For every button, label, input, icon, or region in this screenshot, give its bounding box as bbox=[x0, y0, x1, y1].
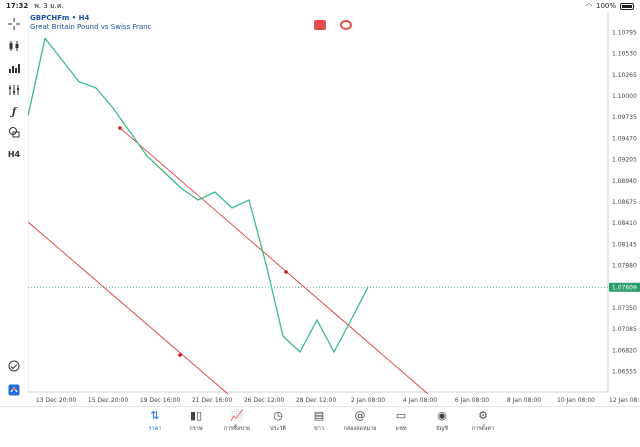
tab-trade[interactable]: 📈 การซื้อขาย bbox=[217, 409, 257, 433]
status-time: 17:32 bbox=[6, 2, 29, 10]
trendline-lower-anchor bbox=[178, 353, 182, 357]
settings-icon: ⚙ bbox=[478, 409, 488, 422]
bottom-tab-bar: ⇅ ราคา ▮▯ กราฟ 📈 การซื้อขาย ◷ ประวัติ ▤ ข่าว @ กล่อ… bbox=[0, 406, 640, 447]
price-tick-label: 1.06555 bbox=[612, 369, 637, 376]
bar-chart-icon[interactable] bbox=[5, 60, 23, 76]
candlestick-icon[interactable] bbox=[5, 38, 23, 54]
battery-text: 100% bbox=[595, 2, 616, 10]
tab-label: ราคา bbox=[148, 426, 162, 432]
trade-icon: 📈 bbox=[230, 409, 244, 422]
price-tick-label: 1.10000 bbox=[612, 93, 637, 100]
chart-icon: ▮▯ bbox=[189, 409, 203, 422]
tab-news[interactable]: ▤ ข่าว bbox=[299, 409, 339, 433]
time-tick-label: 21 Dec 16:00 bbox=[192, 397, 233, 404]
trendline-upper-anchor bbox=[284, 270, 288, 274]
tab-label: กล่องจดหมาย bbox=[343, 426, 377, 432]
chart-area[interactable]: 1.10795 1.10530 1.10265 1.10000 1.09735 1.094… bbox=[27, 12, 640, 406]
tab-chat[interactable]: ▭ แชท bbox=[381, 409, 421, 433]
time-axis: 13 Dec 20:00 15 Dec 20:00 19 Dec 16:00 21 D… bbox=[36, 397, 640, 404]
function-icon[interactable]: ƒ bbox=[5, 104, 23, 120]
crosshair-icon[interactable] bbox=[5, 16, 23, 32]
time-tick-label: 8 Jan 08:00 bbox=[507, 397, 541, 404]
wifi-icon: ◠ bbox=[585, 2, 592, 10]
price-tick-label: 1.09205 bbox=[612, 157, 637, 164]
status-date: พ. 3 ม.ค. bbox=[34, 1, 64, 10]
tab-label: ข่าว bbox=[314, 426, 324, 432]
time-tick-label: 26 Dec 12:00 bbox=[244, 397, 285, 404]
price-tick-label: 1.10795 bbox=[612, 29, 637, 36]
tab-label: การซื้อขาย bbox=[223, 426, 251, 432]
trendline-upper-anchor bbox=[118, 126, 122, 130]
history-icon[interactable] bbox=[5, 358, 23, 374]
history-icon: ◷ bbox=[273, 409, 283, 422]
time-tick-label: 15 Dec 20:00 bbox=[88, 397, 129, 404]
accounts-icon: ◉ bbox=[437, 409, 447, 422]
price-tick-label: 1.07085 bbox=[612, 326, 637, 333]
status-right: ◠ 100% bbox=[586, 2, 634, 10]
price-tick-label: 1.08940 bbox=[612, 178, 637, 185]
tab-chart[interactable]: ▮▯ กราฟ bbox=[176, 409, 216, 433]
time-tick-label: 4 Jan 08:00 bbox=[403, 397, 437, 404]
price-tick-label: 1.09470 bbox=[612, 135, 637, 142]
battery-icon bbox=[620, 2, 634, 10]
tab-label: บัญชี bbox=[436, 426, 448, 432]
price-tick-label: 1.07880 bbox=[612, 263, 637, 270]
time-tick-label: 10 Jan 08:00 bbox=[557, 397, 595, 404]
app-logo-icon[interactable] bbox=[5, 382, 23, 398]
price-tick-label: 1.10530 bbox=[612, 51, 637, 58]
price-axis: 1.10795 1.10530 1.10265 1.10000 1.09735 1.094… bbox=[612, 29, 637, 375]
tab-label: แชท bbox=[395, 426, 407, 432]
timeframe-button[interactable]: H4 bbox=[5, 146, 23, 162]
left-toolbar: ƒ H4 bbox=[0, 14, 28, 406]
status-bar: 17:32 พ. 3 ม.ค. ◠ 100% bbox=[0, 0, 640, 12]
chat-icon: ▭ bbox=[395, 409, 407, 422]
objects-icon[interactable] bbox=[5, 124, 23, 140]
time-tick-label: 12 Jan 08:00 bbox=[609, 397, 640, 404]
tab-label: ประวัติ bbox=[269, 426, 287, 432]
trendline-upper-line bbox=[119, 127, 429, 395]
tab-mailbox[interactable]: @ กล่องจดหมาย bbox=[340, 409, 380, 433]
trendline-lower bbox=[27, 221, 229, 395]
tab-label: การตั้งค่า bbox=[471, 426, 495, 432]
time-tick-label: 19 Dec 16:00 bbox=[140, 397, 181, 404]
indicators-icon[interactable] bbox=[5, 82, 23, 98]
current-price-tag: 1.07609 bbox=[609, 282, 640, 292]
price-tick-label: 1.09735 bbox=[612, 114, 637, 121]
time-tick-label: 13 Dec 20:00 bbox=[36, 397, 77, 404]
trendline-lower-line bbox=[27, 221, 229, 395]
price-tick-label: 1.08410 bbox=[612, 220, 637, 227]
tab-accounts[interactable]: ◉ บัญชี bbox=[422, 409, 462, 433]
tab-settings[interactable]: ⚙ การตั้งค่า bbox=[463, 409, 503, 433]
news-icon: ▤ bbox=[313, 409, 325, 422]
trendline-upper bbox=[118, 126, 429, 395]
price-tick-label: 1.10265 bbox=[612, 72, 637, 79]
quotes-icon: ⇅ bbox=[150, 409, 160, 422]
time-tick-label: 28 Dec 12:00 bbox=[296, 397, 337, 404]
price-tick-label: 1.06820 bbox=[612, 347, 637, 354]
mailbox-icon: @ bbox=[354, 409, 366, 422]
price-tick-label: 1.08145 bbox=[612, 241, 637, 248]
time-tick-label: 2 Jan 08:00 bbox=[351, 397, 385, 404]
price-tick-label: 1.08675 bbox=[612, 199, 637, 206]
price-tick-label: 1.07350 bbox=[612, 305, 637, 312]
tab-label: กราฟ bbox=[189, 426, 203, 432]
time-tick-label: 6 Jan 08:00 bbox=[455, 397, 489, 404]
tab-history[interactable]: ◷ ประวัติ bbox=[258, 409, 298, 433]
current-price-label: 1.07609 bbox=[612, 284, 637, 291]
tab-quotes[interactable]: ⇅ ราคา bbox=[135, 409, 175, 433]
